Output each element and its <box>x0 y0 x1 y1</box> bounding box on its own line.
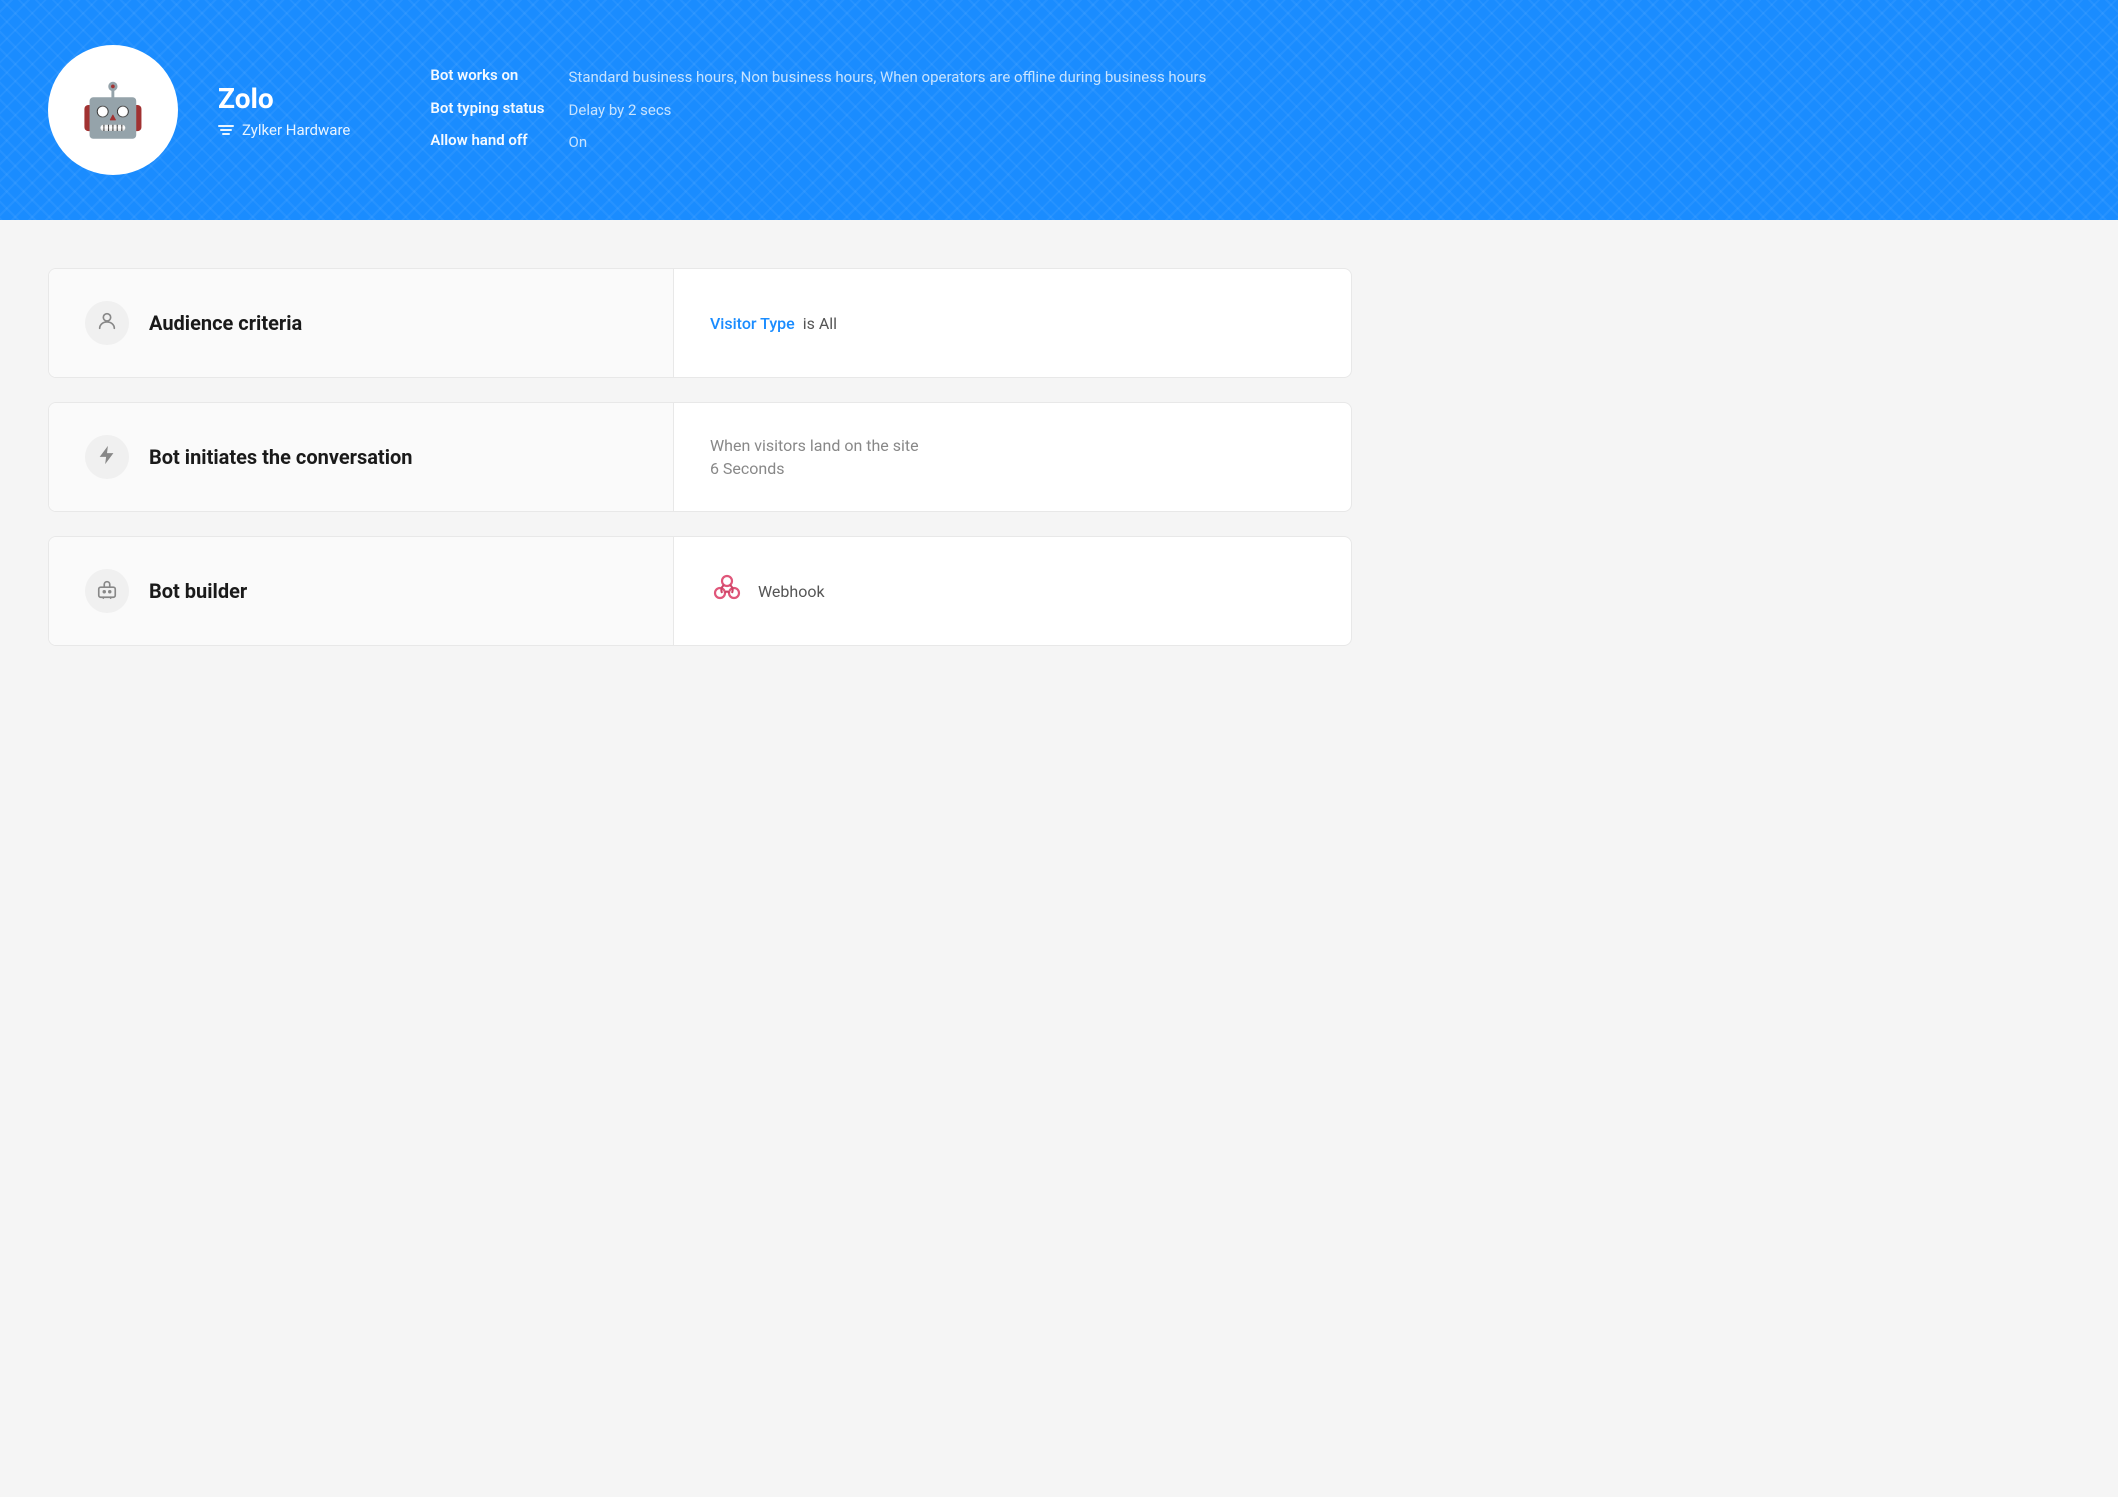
audience-detail-row: Visitor Type is All <box>710 314 1315 333</box>
audience-criteria-card: Audience criteria Visitor Type is All <box>48 268 1352 378</box>
bot-info: Zolo Zylker Hardware <box>218 82 350 139</box>
audience-criteria-left: Audience criteria <box>49 269 674 377</box>
bolt-icon <box>96 444 118 471</box>
bot-typing-label: Bot typing status <box>430 99 544 117</box>
audience-icon-wrap <box>85 301 129 345</box>
person-icon <box>96 310 118 337</box>
bot-initiates-card: Bot initiates the conversation When visi… <box>48 402 1352 512</box>
bot-initiates-icon-wrap <box>85 435 129 479</box>
bot-works-on-value: Standard business hours, Non business ho… <box>569 66 1207 89</box>
trigger-line1: When visitors land on the site <box>710 436 1315 455</box>
main-content: Audience criteria Visitor Type is All Bo… <box>0 220 1400 718</box>
bot-typing-value: Delay by 2 secs <box>569 99 1207 122</box>
bot-builder-card: Bot builder Webhook <box>48 536 1352 646</box>
bot-avatar: 🤖 <box>48 45 178 175</box>
audience-criteria-title: Audience criteria <box>149 311 302 335</box>
trigger-line2: 6 Seconds <box>710 459 1315 478</box>
bot-org: Zylker Hardware <box>218 121 350 139</box>
bot-builder-icon-wrap <box>85 569 129 613</box>
bot-org-name: Zylker Hardware <box>242 121 350 139</box>
bot-builder-left: Bot builder <box>49 537 674 645</box>
bot-name: Zolo <box>218 82 350 115</box>
bot-initiates-right: When visitors land on the site 6 Seconds <box>674 403 1351 511</box>
webhook-label: Webhook <box>758 582 825 601</box>
bot-builder-right: Webhook <box>674 537 1351 645</box>
allow-handoff-label: Allow hand off <box>430 131 544 149</box>
bot-meta: Bot works on Standard business hours, No… <box>430 66 1206 154</box>
header: 🤖 Zolo Zylker Hardware Bot works on Stan… <box>0 0 2118 220</box>
bot-avatar-icon: 🤖 <box>81 80 146 141</box>
audience-criteria-right: Visitor Type is All <box>674 269 1351 377</box>
bot-builder-title: Bot builder <box>149 579 247 603</box>
bot-initiates-left: Bot initiates the conversation <box>49 403 674 511</box>
audience-detail-text: is All <box>803 314 837 333</box>
bot-initiates-title: Bot initiates the conversation <box>149 445 413 469</box>
bot-icon <box>96 578 118 605</box>
webhook-icon <box>710 571 744 612</box>
layers-icon <box>218 125 234 135</box>
allow-handoff-value: On <box>569 131 1207 154</box>
visitor-type-link[interactable]: Visitor Type <box>710 314 795 333</box>
webhook-row: Webhook <box>710 571 1315 612</box>
bot-works-on-label: Bot works on <box>430 66 544 84</box>
